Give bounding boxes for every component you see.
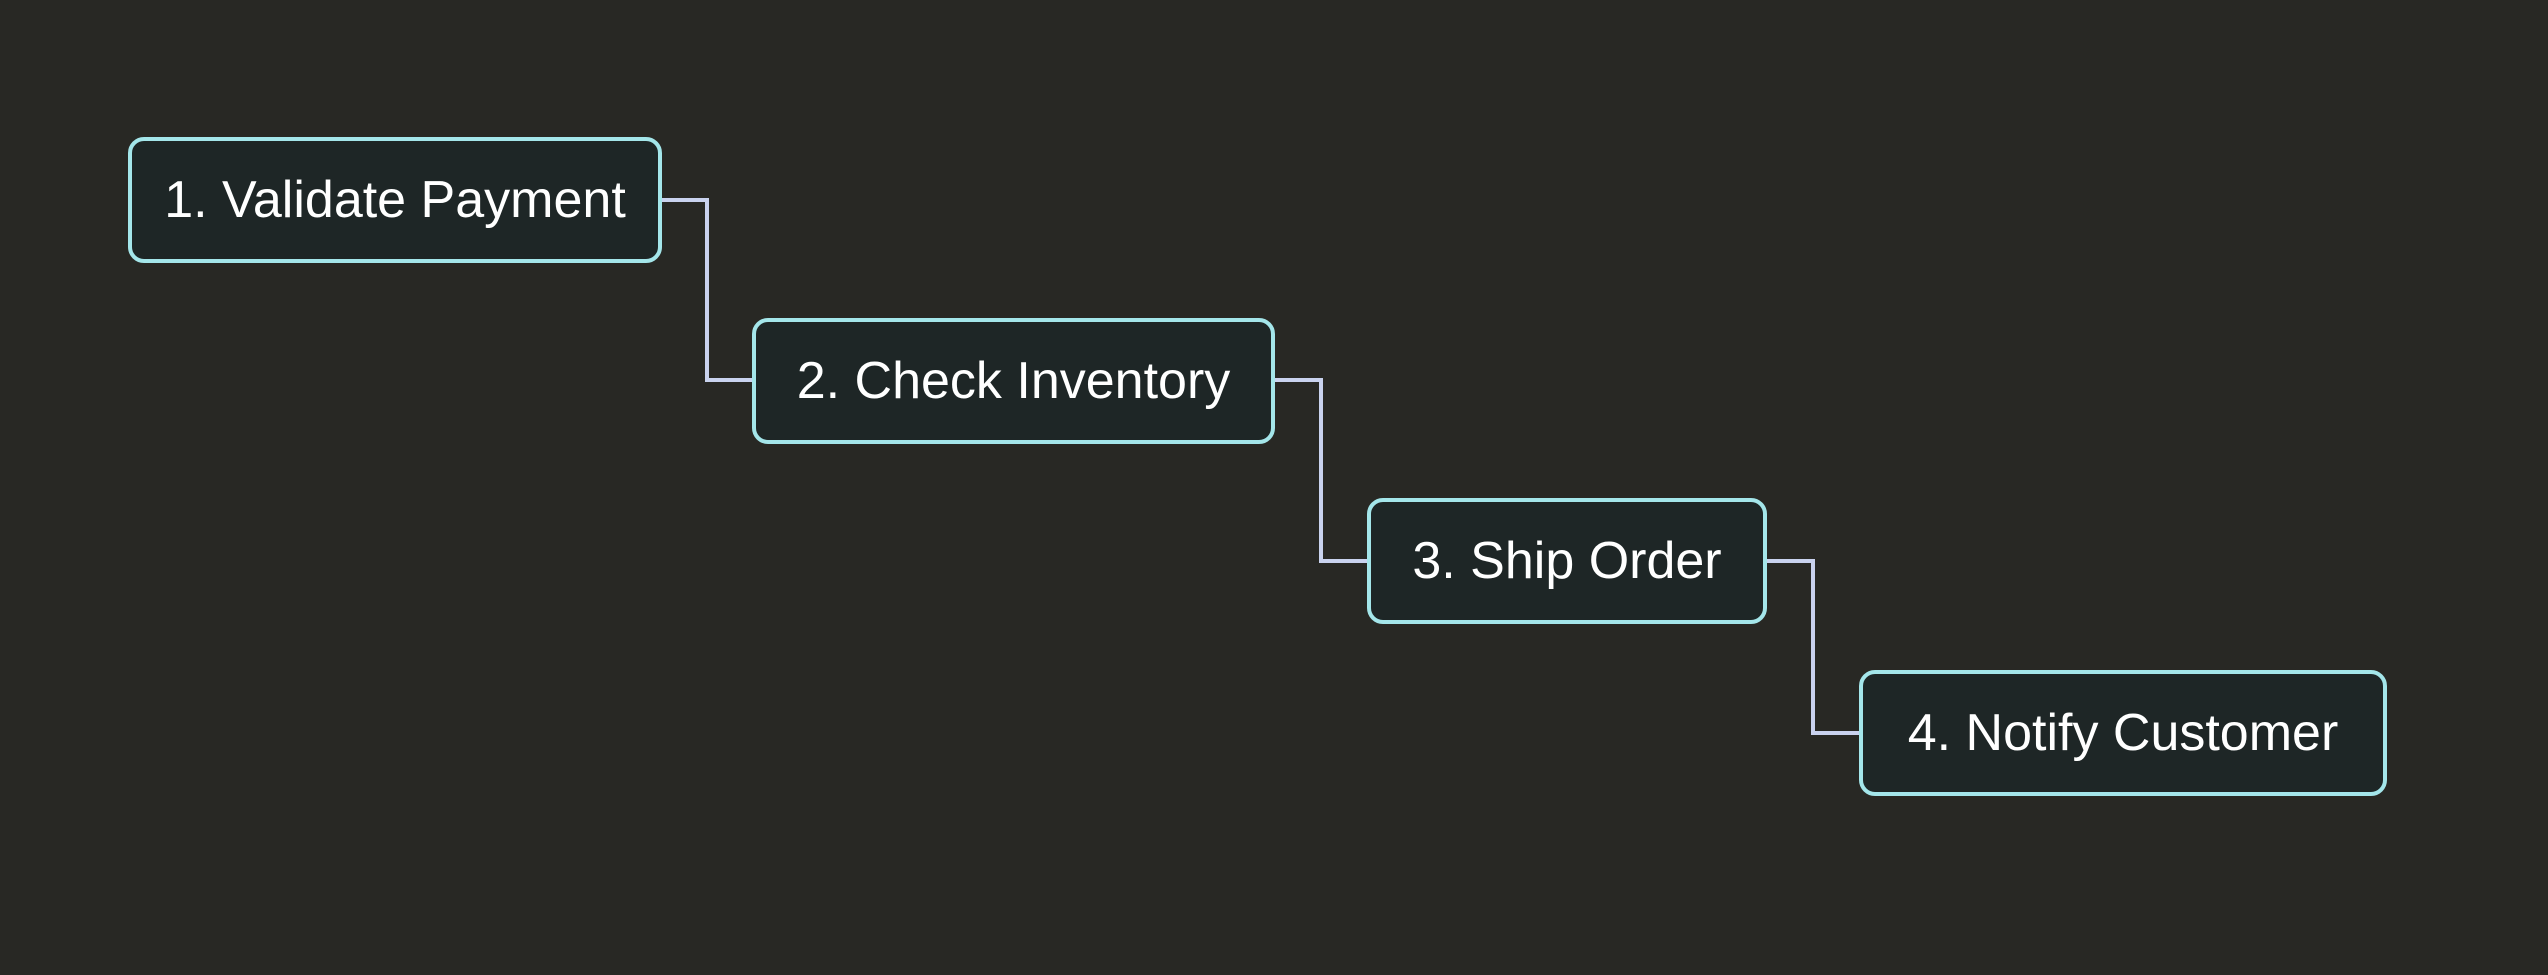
node-label: 4. Notify Customer bbox=[1907, 704, 2339, 762]
node-label: 2. Check Inventory bbox=[796, 352, 1231, 410]
node-ship-order: 3. Ship Order bbox=[1367, 498, 1767, 624]
node-notify-customer: 4. Notify Customer bbox=[1859, 670, 2387, 796]
node-label: 3. Ship Order bbox=[1412, 532, 1722, 590]
node-validate-payment: 1. Validate Payment bbox=[128, 137, 662, 263]
connector-2-3 bbox=[1275, 378, 1367, 563]
connector-1-2 bbox=[662, 198, 752, 382]
connector-3-4 bbox=[1767, 559, 1859, 735]
node-check-inventory: 2. Check Inventory bbox=[752, 318, 1275, 444]
node-label: 1. Validate Payment bbox=[164, 171, 626, 229]
diagram-canvas: 1. Validate Payment 2. Check Inventory 3… bbox=[0, 0, 2548, 975]
